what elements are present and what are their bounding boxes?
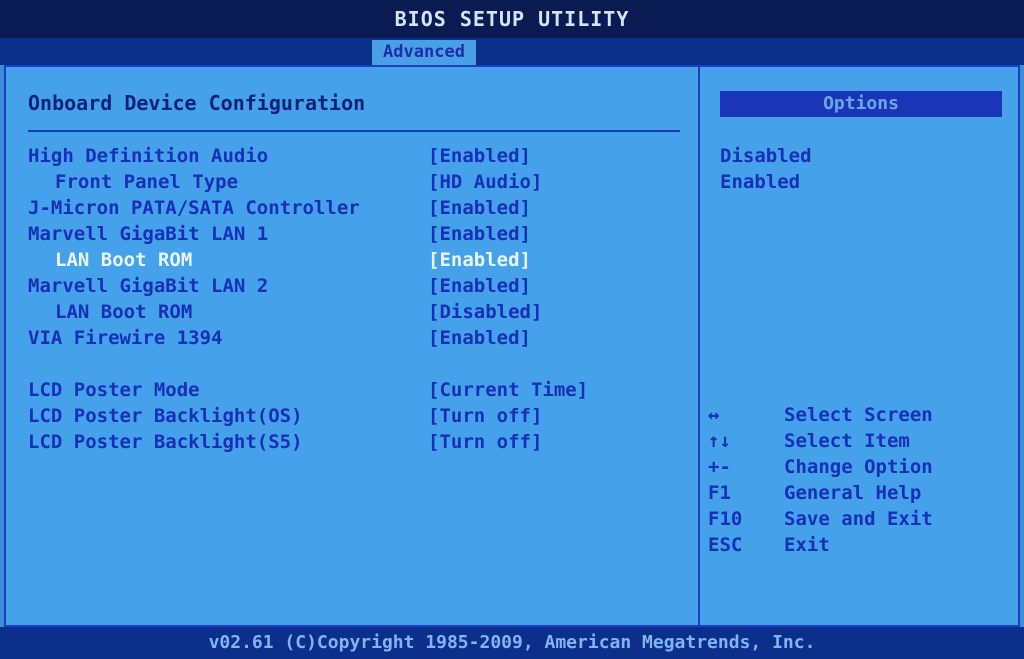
setting-label: Marvell GigaBit LAN 2 xyxy=(28,275,269,297)
options-header: Options xyxy=(720,91,1002,117)
section-title: Onboard Device Configuration xyxy=(28,91,366,115)
setting-value[interactable]: [Current Time] xyxy=(428,377,588,403)
setting-label: J-Micron PATA/SATA Controller xyxy=(28,197,360,219)
option-enabled[interactable]: Enabled xyxy=(720,169,800,195)
setting-row-lan1-boot-rom[interactable]: LAN Boot ROM [Enabled] xyxy=(6,247,686,273)
app-title: BIOS SETUP UTILITY xyxy=(394,7,630,31)
setting-label: LAN Boot ROM xyxy=(55,301,193,323)
help-row-select-item: ↑↓ Select Item xyxy=(700,428,1018,454)
help-desc: Change Option xyxy=(784,456,933,478)
options-help-panel: Options Disabled Enabled ↔ Select Screen… xyxy=(700,67,1018,625)
copyright-footer: v02.61 (C)Copyright 1985-2009, American … xyxy=(0,627,1024,659)
settings-panel: Onboard Device Configuration High Defini… xyxy=(6,67,700,625)
section-divider xyxy=(28,130,680,132)
setting-row-lan2-boot-rom[interactable]: LAN Boot ROM [Disabled] xyxy=(6,299,686,325)
setting-label: VIA Firewire 1394 xyxy=(28,327,223,349)
setting-row-lcd-backlight-os[interactable]: LCD Poster Backlight(OS) [Turn off] xyxy=(6,403,686,429)
setting-value[interactable]: [Enabled] xyxy=(428,221,531,247)
setting-row-marvell-lan1[interactable]: Marvell GigaBit LAN 1 [Enabled] xyxy=(6,221,686,247)
tab-strip: Advanced xyxy=(0,38,1024,65)
setting-value[interactable]: [Enabled] xyxy=(428,143,531,169)
title-bar: BIOS SETUP UTILITY xyxy=(0,0,1024,38)
setting-label: Front Panel Type xyxy=(55,171,239,193)
help-row-change-option: +- Change Option xyxy=(700,454,1018,480)
setting-value[interactable]: [Enabled] xyxy=(428,195,531,221)
help-key: F10 xyxy=(708,508,743,530)
setting-value[interactable]: [Enabled] xyxy=(428,325,531,351)
setting-label: Marvell GigaBit LAN 1 xyxy=(28,223,269,245)
help-desc: General Help xyxy=(784,482,922,504)
help-desc: Select Item xyxy=(784,430,910,452)
arrows-up-down-icon: ↑↓ xyxy=(708,430,731,452)
setting-label: High Definition Audio xyxy=(28,145,269,167)
setting-label: LCD Poster Mode xyxy=(28,379,200,401)
setting-label: LAN Boot ROM xyxy=(55,249,193,271)
help-row-save-exit: F10 Save and Exit xyxy=(700,506,1018,532)
setting-value[interactable]: [Turn off] xyxy=(428,429,542,455)
help-key: ESC xyxy=(708,534,743,556)
help-row-general-help: F1 General Help xyxy=(700,480,1018,506)
setting-row-via-firewire[interactable]: VIA Firewire 1394 [Enabled] xyxy=(6,325,686,351)
setting-label: LCD Poster Backlight(S5) xyxy=(28,431,303,453)
main-area: Onboard Device Configuration High Defini… xyxy=(4,65,1020,627)
setting-label: LCD Poster Backlight(OS) xyxy=(28,405,303,427)
setting-row-hd-audio[interactable]: High Definition Audio [Enabled] xyxy=(6,143,686,169)
setting-value[interactable]: [Enabled] xyxy=(428,247,531,273)
help-row-select-screen: ↔ Select Screen xyxy=(700,402,1018,428)
help-desc: Exit xyxy=(784,534,830,556)
help-row-exit: ESC Exit xyxy=(700,532,1018,558)
setting-value[interactable]: [Disabled] xyxy=(428,299,542,325)
setting-row-front-panel-type[interactable]: Front Panel Type [HD Audio] xyxy=(6,169,686,195)
setting-value[interactable]: [Turn off] xyxy=(428,403,542,429)
plus-minus-icon: +- xyxy=(708,456,731,478)
setting-row-marvell-lan2[interactable]: Marvell GigaBit LAN 2 [Enabled] xyxy=(6,273,686,299)
option-disabled[interactable]: Disabled xyxy=(720,143,812,169)
setting-value[interactable]: [HD Audio] xyxy=(428,169,542,195)
help-desc: Select Screen xyxy=(784,404,933,426)
help-key: F1 xyxy=(708,482,731,504)
arrows-left-right-icon: ↔ xyxy=(708,404,720,426)
setting-row-jmicron-controller[interactable]: J-Micron PATA/SATA Controller [Enabled] xyxy=(6,195,686,221)
setting-value[interactable]: [Enabled] xyxy=(428,273,531,299)
help-desc: Save and Exit xyxy=(784,508,933,530)
bios-screen: BIOS SETUP UTILITY Advanced Onboard Devi… xyxy=(0,0,1024,659)
setting-row-lcd-poster-mode[interactable]: LCD Poster Mode [Current Time] xyxy=(6,377,686,403)
tab-advanced[interactable]: Advanced xyxy=(372,40,476,65)
setting-row-lcd-backlight-s5[interactable]: LCD Poster Backlight(S5) [Turn off] xyxy=(6,429,686,455)
